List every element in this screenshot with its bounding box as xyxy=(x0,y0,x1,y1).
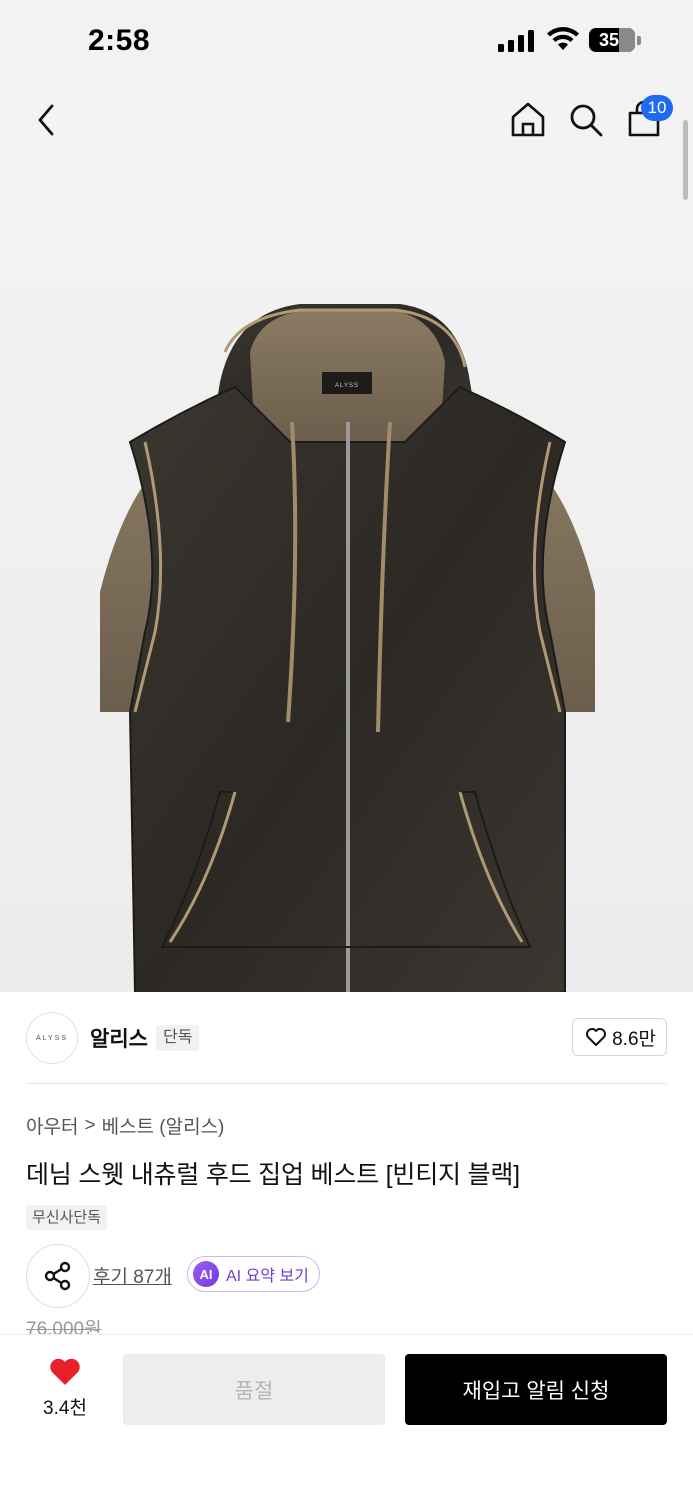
brand-like-button[interactable]: 8.6만 xyxy=(572,1018,667,1056)
breadcrumb-category[interactable]: 아우터 xyxy=(26,1112,78,1139)
brand-name[interactable]: 알리스 xyxy=(90,1023,148,1053)
product-image-area[interactable]: ALYSS xyxy=(0,82,693,992)
brand-logo[interactable]: ALYSS xyxy=(26,1012,78,1064)
review-link[interactable]: 후기 87개 xyxy=(93,1262,172,1289)
brand-exclusive-tag: 단독 xyxy=(156,1025,200,1051)
restock-alert-button[interactable]: 재입고 알림 신청 xyxy=(405,1354,667,1425)
ai-icon: AI xyxy=(193,1261,219,1287)
brand-row: ALYSS 알리스 단독 8.6만 xyxy=(26,1012,667,1064)
breadcrumb-separator: > xyxy=(84,1114,96,1136)
scrollbar[interactable] xyxy=(683,120,688,200)
status-bar: 2:58 35 xyxy=(0,0,693,82)
product-title: 데님 스웻 내츄럴 후드 집업 베스트 [빈티지 블랙] xyxy=(26,1161,520,1189)
product-label-text: ALYSS xyxy=(335,383,359,389)
heart-filled-icon xyxy=(50,1358,80,1385)
wishlist-button[interactable]: 3.4천 xyxy=(30,1355,100,1421)
heart-outline-icon xyxy=(586,1028,607,1046)
share-button[interactable] xyxy=(26,1244,90,1308)
breadcrumb: 아우터 > 베스트 (알리스) xyxy=(26,1112,224,1139)
ai-summary-label: AI 요약 보기 xyxy=(226,1268,309,1285)
status-time: 2:58 xyxy=(88,24,151,57)
exclusive-tag: 무신사단독 xyxy=(26,1205,108,1230)
brand-like-count: 8.6만 xyxy=(612,1028,656,1050)
chevron-left-icon[interactable] xyxy=(28,100,64,140)
breadcrumb-subcategory[interactable]: 베스트 (알리스) xyxy=(102,1112,225,1139)
cart-count-badge: 10 xyxy=(641,95,673,121)
brand-logo-text: ALYSS xyxy=(35,1034,69,1042)
original-price: 76,000원 xyxy=(26,1320,102,1334)
signal-icon xyxy=(498,30,534,52)
ai-summary-button[interactable]: AI AI 요약 보기 xyxy=(187,1256,320,1292)
search-icon[interactable] xyxy=(566,100,606,140)
share-icon xyxy=(44,1261,71,1291)
battery-icon: 35 xyxy=(589,28,635,52)
battery-level: 35 xyxy=(598,30,620,50)
product-image: ALYSS xyxy=(100,304,595,992)
home-icon[interactable] xyxy=(508,100,548,140)
wifi-icon xyxy=(547,27,579,50)
wishlist-count: 3.4천 xyxy=(43,1398,87,1419)
soldout-button[interactable]: 품절 xyxy=(123,1354,385,1425)
divider xyxy=(26,1083,667,1084)
